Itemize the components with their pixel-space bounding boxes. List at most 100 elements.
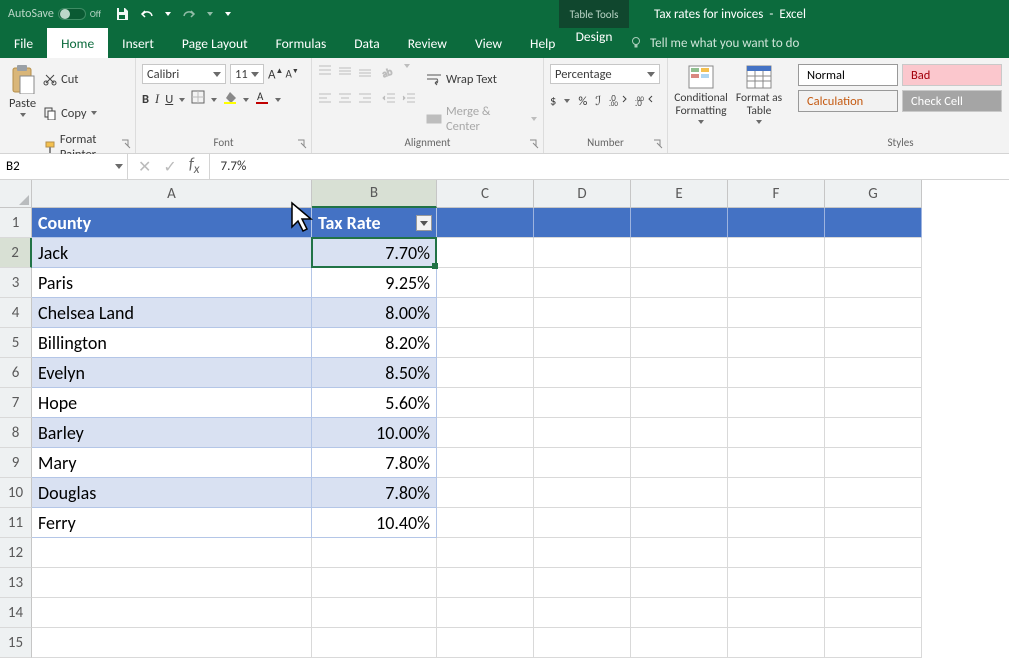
- cell-D9[interactable]: [534, 448, 631, 478]
- cell-G15[interactable]: [825, 628, 922, 658]
- cell-B11[interactable]: 10.40%: [312, 508, 437, 538]
- cell-F12[interactable]: [728, 538, 825, 568]
- decrease-indent-button[interactable]: [382, 91, 396, 110]
- cell-E7[interactable]: [631, 388, 728, 418]
- cell-C10[interactable]: [437, 478, 534, 508]
- cell-C7[interactable]: [437, 388, 534, 418]
- cell-F7[interactable]: [728, 388, 825, 418]
- cell-E1[interactable]: [631, 208, 728, 238]
- row-header-1[interactable]: 1: [0, 208, 32, 238]
- cell-F1[interactable]: [728, 208, 825, 238]
- increase-indent-button[interactable]: [402, 91, 416, 110]
- cell-A12[interactable]: [32, 538, 312, 568]
- row-header-12[interactable]: 12: [0, 538, 32, 568]
- select-all-corner[interactable]: [0, 180, 32, 208]
- cell-B1[interactable]: Tax Rate: [312, 208, 437, 238]
- cell-F15[interactable]: [728, 628, 825, 658]
- tab-design[interactable]: Design: [559, 28, 629, 45]
- cell-D12[interactable]: [534, 538, 631, 568]
- cell-A5[interactable]: Billington: [32, 328, 312, 358]
- cell-A4[interactable]: Chelsea Land: [32, 298, 312, 328]
- qat-customize-icon[interactable]: [225, 12, 231, 16]
- cell-E5[interactable]: [631, 328, 728, 358]
- cell-F13[interactable]: [728, 568, 825, 598]
- cell-B10[interactable]: 7.80%: [312, 478, 437, 508]
- align-middle-button[interactable]: [338, 64, 352, 83]
- cell-C4[interactable]: [437, 298, 534, 328]
- col-header-A[interactable]: A: [32, 180, 312, 208]
- cell-D4[interactable]: [534, 298, 631, 328]
- cell-G8[interactable]: [825, 418, 922, 448]
- align-top-button[interactable]: [318, 64, 332, 83]
- style-normal[interactable]: Normal: [798, 64, 898, 86]
- chevron-down-icon[interactable]: [115, 164, 123, 169]
- orientation-dropdown-icon[interactable]: [404, 64, 410, 68]
- cell-D10[interactable]: [534, 478, 631, 508]
- undo-icon[interactable]: [137, 7, 157, 21]
- underline-button[interactable]: U: [165, 92, 173, 107]
- cell-F11[interactable]: [728, 508, 825, 538]
- fill-color-dropdown-icon[interactable]: [243, 98, 249, 102]
- cell-C8[interactable]: [437, 418, 534, 448]
- merge-dropdown-icon[interactable]: [531, 117, 537, 121]
- cell-E3[interactable]: [631, 268, 728, 298]
- cell-D6[interactable]: [534, 358, 631, 388]
- cell-C2[interactable]: [437, 238, 534, 268]
- cell-C5[interactable]: [437, 328, 534, 358]
- cell-E6[interactable]: [631, 358, 728, 388]
- autosave-control[interactable]: AutoSave Off: [0, 7, 109, 21]
- cf-dropdown-icon[interactable]: [698, 120, 704, 124]
- align-right-button[interactable]: [358, 91, 372, 110]
- row-header-6[interactable]: 6: [0, 358, 32, 388]
- name-box[interactable]: B2: [0, 154, 128, 179]
- cell-G7[interactable]: [825, 388, 922, 418]
- cell-F2[interactable]: [728, 238, 825, 268]
- cell-E14[interactable]: [631, 598, 728, 628]
- fill-color-button[interactable]: [223, 90, 237, 109]
- cell-E8[interactable]: [631, 418, 728, 448]
- redo-dropdown-icon[interactable]: [207, 12, 213, 16]
- cell-G14[interactable]: [825, 598, 922, 628]
- col-header-F[interactable]: F: [728, 180, 825, 208]
- cell-A8[interactable]: Barley: [32, 418, 312, 448]
- cell-A9[interactable]: Mary: [32, 448, 312, 478]
- col-header-C[interactable]: C: [437, 180, 534, 208]
- cell-F9[interactable]: [728, 448, 825, 478]
- accounting-dropdown-icon[interactable]: [564, 99, 570, 103]
- cell-F14[interactable]: [728, 598, 825, 628]
- style-bad[interactable]: Bad: [902, 64, 1002, 86]
- cell-D11[interactable]: [534, 508, 631, 538]
- insert-function-icon[interactable]: fx: [189, 155, 200, 177]
- cell-A6[interactable]: Evelyn: [32, 358, 312, 388]
- cell-C9[interactable]: [437, 448, 534, 478]
- row-header-15[interactable]: 15: [0, 628, 32, 658]
- cell-D13[interactable]: [534, 568, 631, 598]
- cell-G10[interactable]: [825, 478, 922, 508]
- alignment-dialog-launcher-icon[interactable]: [529, 139, 539, 149]
- redo-icon[interactable]: [179, 7, 199, 21]
- col-header-B[interactable]: B: [312, 180, 437, 208]
- accounting-format-button[interactable]: $: [550, 94, 556, 109]
- cell-E11[interactable]: [631, 508, 728, 538]
- row-header-9[interactable]: 9: [0, 448, 32, 478]
- italic-button[interactable]: I: [155, 92, 159, 107]
- row-header-3[interactable]: 3: [0, 268, 32, 298]
- cell-B14[interactable]: [312, 598, 437, 628]
- merge-center-button[interactable]: Merge & Center: [426, 104, 537, 134]
- comma-format-button[interactable]: ℐ: [595, 93, 601, 109]
- row-header-10[interactable]: 10: [0, 478, 32, 508]
- tab-file[interactable]: File: [0, 28, 47, 58]
- font-color-dropdown-icon[interactable]: [275, 98, 281, 102]
- underline-dropdown-icon[interactable]: [179, 98, 185, 102]
- cell-D8[interactable]: [534, 418, 631, 448]
- fat-dropdown-icon[interactable]: [756, 120, 762, 124]
- cell-A10[interactable]: Douglas: [32, 478, 312, 508]
- cell-B5[interactable]: 8.20%: [312, 328, 437, 358]
- cell-B13[interactable]: [312, 568, 437, 598]
- cell-A13[interactable]: [32, 568, 312, 598]
- row-header-13[interactable]: 13: [0, 568, 32, 598]
- align-left-button[interactable]: [318, 91, 332, 110]
- row-header-14[interactable]: 14: [0, 598, 32, 628]
- paste-button[interactable]: Paste: [6, 62, 39, 162]
- worksheet[interactable]: ABCDEFG1CountyTax Rate2Jack7.70%3Paris9.…: [0, 180, 1009, 658]
